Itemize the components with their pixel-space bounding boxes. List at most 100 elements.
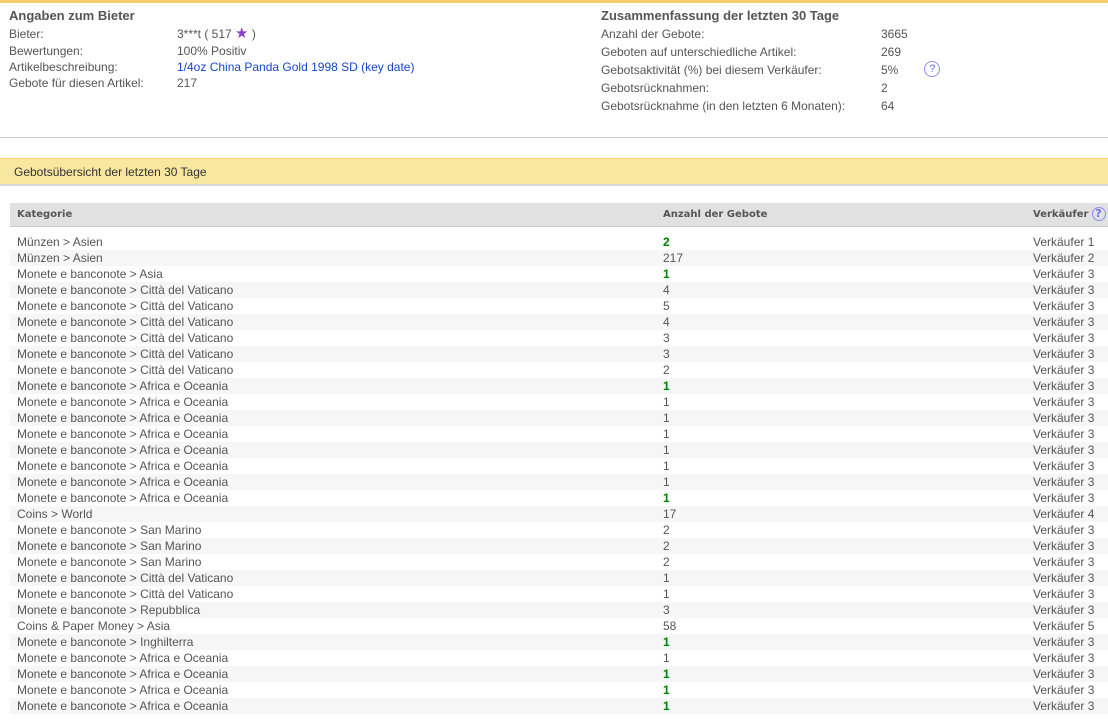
bid-count-cell: 3	[663, 603, 670, 617]
help-icon[interactable]: ?	[924, 61, 941, 77]
category-cell: Monete e banconote > Città del Vaticano	[17, 587, 234, 601]
seller-cell: Verkäufer 3	[1033, 667, 1095, 681]
bid-count-cell: 2	[663, 555, 670, 569]
table-row: Monete e banconote > Città del Vaticano 3…	[10, 330, 1108, 346]
category-cell: Coins > World	[17, 507, 93, 521]
seller-cell: Verkäufer 3	[1033, 427, 1095, 441]
table-row: Monete e banconote > Africa e Oceania 1 Ve…	[10, 410, 1108, 426]
table-row: Monete e banconote > Asia 1 Verkäufer 3	[10, 266, 1108, 282]
header-seller: Verkäufer?	[1033, 203, 1106, 227]
table-row: Coins > World 17 Verkäufer 4	[10, 506, 1108, 522]
bid-count-cell: 1	[663, 683, 670, 697]
table-row: Monete e banconote > Città del Vaticano 2…	[10, 362, 1108, 378]
category-cell: Monete e banconote > Africa e Oceania	[17, 475, 229, 489]
seller-cell: Verkäufer 3	[1033, 347, 1095, 361]
summary-label: Anzahl der Gebote:	[601, 27, 705, 41]
rating-label: Bewertungen:	[9, 44, 84, 58]
table-row: Monete e banconote > Africa e Oceania 1 Ve…	[10, 490, 1108, 506]
seller-cell: Verkäufer 3	[1033, 299, 1095, 313]
bid-count-cell: 1	[663, 459, 670, 473]
category-cell: Monete e banconote > Città del Vaticano	[17, 315, 234, 329]
summary-value: 269	[881, 45, 902, 59]
table-row: Monete e banconote > Africa e Oceania 1 Ve…	[10, 442, 1108, 458]
table-row: Monete e banconote > Città del Vaticano 1…	[10, 570, 1108, 586]
bidder-label: Bieter:	[9, 27, 44, 41]
table-row: Monete e banconote > Africa e Oceania 1 Ve…	[10, 378, 1108, 394]
bid-count-cell: 1	[663, 443, 670, 457]
table-row: Monete e banconote > Africa e Oceania 1 Ve…	[10, 474, 1108, 490]
table-row: Monete e banconote > Città del Vaticano 3…	[10, 346, 1108, 362]
category-cell: Monete e banconote > Città del Vaticano	[17, 363, 234, 377]
bid-count-cell: 58	[663, 619, 677, 633]
seller-cell: Verkäufer 3	[1033, 683, 1095, 697]
table-row: Monete e banconote > Africa e Oceania 1 Ve…	[10, 458, 1108, 474]
bid-count-cell: 1	[663, 427, 670, 441]
category-cell: Monete e banconote > Asia	[17, 267, 163, 281]
table-row: Monete e banconote > Città del Vaticano 1…	[10, 586, 1108, 602]
overview-title: Gebotsübersicht der letzten 30 Tage	[0, 158, 1108, 186]
summary-row: Gebotsrücknahmen: 2	[601, 79, 941, 97]
summary-label: Gebotsrücknahme (in den letzten 6 Monate…	[601, 99, 846, 113]
table-row: Monete e banconote > Africa e Oceania 1 Ve…	[10, 394, 1108, 410]
category-cell: Monete e banconote > Africa e Oceania	[17, 395, 229, 409]
rating-row: Bewertungen: 100% Positiv	[9, 43, 414, 59]
bids-label: Gebote für diesen Artikel:	[9, 76, 144, 90]
bid-count-cell: 3	[663, 331, 670, 345]
bid-count-cell: 1	[663, 379, 670, 393]
summary-value: 2	[881, 81, 888, 95]
table-row: Monete e banconote > Città del Vaticano 4…	[10, 282, 1108, 298]
seller-cell: Verkäufer 3	[1033, 283, 1095, 297]
table-header: Kategorie Anzahl der Gebote Verkäufer?	[10, 203, 1108, 227]
category-cell: Monete e banconote > Città del Vaticano	[17, 571, 234, 585]
header-bid-count: Anzahl der Gebote	[663, 209, 768, 220]
bidder-value[interactable]: 3***t ( 517	[177, 27, 232, 41]
seller-cell: Verkäufer 3	[1033, 267, 1095, 281]
table-row: Monete e banconote > Africa e Oceania 1 Ve…	[10, 682, 1108, 698]
bid-count-cell: 1	[663, 395, 670, 409]
summary-value: 5%	[881, 63, 899, 77]
summary-row: Anzahl der Gebote: 3665	[601, 25, 941, 43]
seller-cell: Verkäufer 3	[1033, 443, 1095, 457]
table-row: Monete e banconote > Africa e Oceania 1 Ve…	[10, 426, 1108, 442]
category-cell: Münzen > Asien	[17, 235, 103, 249]
bids-value: 217	[177, 76, 198, 90]
bid-count-cell: 1	[663, 667, 670, 681]
summary-label: Gebotsrücknahmen:	[601, 81, 710, 95]
category-cell: Monete e banconote > Africa e Oceania	[17, 699, 229, 713]
purple-star-icon[interactable]: ★	[235, 25, 248, 42]
item-label: Artikelbeschreibung:	[9, 60, 118, 74]
table-row: Monete e banconote > San Marino 2 Verkäufe…	[10, 538, 1108, 554]
table-row: Monete e banconote > Africa e Oceania 1 Ve…	[10, 666, 1108, 682]
seller-cell: Verkäufer 3	[1033, 459, 1095, 473]
summary-row: Gebotsrücknahme (in den letzten 6 Monate…	[601, 97, 941, 115]
item-row: Artikelbeschreibung: 1/4oz China Panda Go…	[9, 59, 414, 75]
seller-cell: Verkäufer 3	[1033, 491, 1095, 505]
category-cell: Monete e banconote > Africa e Oceania	[17, 667, 229, 681]
bid-count-cell: 17	[663, 507, 677, 521]
seller-cell: Verkäufer 3	[1033, 699, 1095, 713]
bidder-info: Angaben zum Bieter Bieter: 3***t ( 517 ★ …	[9, 8, 414, 91]
bidder-close-paren: )	[251, 27, 256, 41]
bid-count-cell: 1	[663, 635, 670, 649]
help-icon[interactable]: ?	[1091, 207, 1106, 221]
category-cell: Monete e banconote > Città del Vaticano	[17, 299, 234, 313]
seller-cell: Verkäufer 3	[1033, 331, 1095, 345]
header-category: Kategorie	[17, 209, 73, 220]
summary-title: Zusammenfassung der letzten 30 Tage	[601, 8, 840, 23]
item-link[interactable]: 1/4oz China Panda Gold 1998 SD (key date…	[177, 59, 414, 75]
table-row: Monete e banconote > San Marino 2 Verkäufe…	[10, 554, 1108, 570]
seller-cell: Verkäufer 3	[1033, 475, 1095, 489]
bid-count-cell: 4	[663, 315, 670, 329]
seller-cell: Verkäufer 3	[1033, 523, 1095, 537]
bid-count-cell: 217	[663, 251, 684, 265]
seller-cell: Verkäufer 3	[1033, 363, 1095, 377]
divider	[0, 137, 1108, 138]
category-cell: Monete e banconote > Repubblica	[17, 603, 201, 617]
seller-cell: Verkäufer 3	[1033, 587, 1095, 601]
seller-cell: Verkäufer 3	[1033, 315, 1095, 329]
bids-row: Gebote für diesen Artikel: 217	[9, 75, 414, 91]
category-cell: Monete e banconote > Città del Vaticano	[17, 331, 234, 345]
summary-row: Geboten auf unterschiedliche Artikel: 269	[601, 43, 941, 61]
category-cell: Monete e banconote > Inghilterra	[17, 635, 194, 649]
bid-count-cell: 1	[663, 267, 670, 281]
